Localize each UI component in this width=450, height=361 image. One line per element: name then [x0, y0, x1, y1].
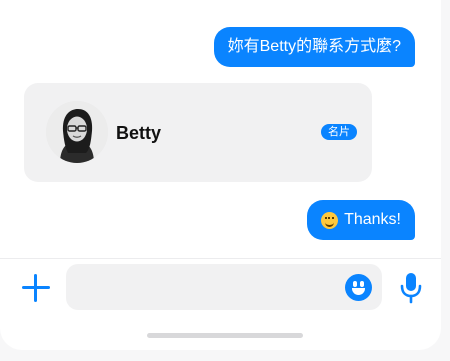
emoji-eye	[360, 281, 364, 287]
contact-avatar	[46, 101, 108, 163]
emoji-icon[interactable]	[345, 274, 372, 301]
plus-icon[interactable]	[22, 274, 50, 302]
grinning-face-icon	[321, 211, 339, 229]
home-indicator[interactable]	[147, 333, 303, 338]
contact-card-badge: 名片	[321, 124, 357, 140]
composer-divider	[0, 258, 441, 259]
message-text: 妳有Betty的聯系方式麼?	[227, 38, 401, 55]
microphone-glyph	[400, 273, 422, 304]
microphone-icon[interactable]	[398, 272, 424, 304]
avatar-portrait-icon	[46, 101, 108, 163]
emoji-eye	[353, 281, 357, 287]
chat-screen: 妳有Betty的聯系方式麼? Betty 名片 Thanks!	[0, 0, 441, 350]
contact-name: Betty	[116, 123, 162, 143]
outgoing-message-bubble-thanks[interactable]: Thanks!	[307, 200, 415, 240]
outgoing-message-bubble[interactable]: 妳有Betty的聯系方式麼?	[213, 27, 415, 67]
emoji-mouth	[352, 288, 365, 295]
contact-card[interactable]: Betty 名片	[24, 83, 372, 182]
message-input[interactable]	[66, 264, 382, 310]
message-text: Thanks!	[344, 211, 401, 228]
